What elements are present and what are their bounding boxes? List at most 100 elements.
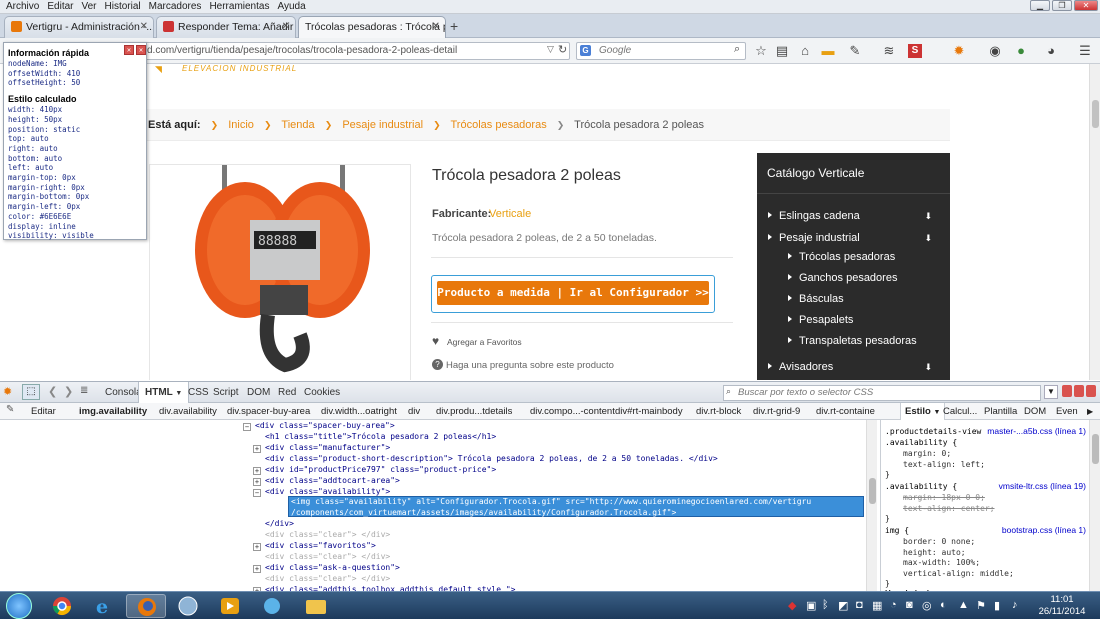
firebug-search-input[interactable]: Buscar por texto o selector CSS [723,385,1041,401]
tab-close-icon[interactable]: ✕ [140,17,148,37]
html-node-line[interactable]: <h1 class="title">Trócola pesadora 2 pol… [265,431,496,442]
css-property[interactable]: text-align: center; [903,503,995,514]
html-node-line[interactable]: + <div class="favoritos"> [253,540,376,551]
side-tab-dom[interactable]: DOM [1024,403,1046,420]
html-breadcrumb-item[interactable]: div.availability [159,403,217,420]
tray-app-icon[interactable]: ◐ [940,599,947,611]
breadcrumb-link-trocolas[interactable]: Trócolas pesadoras [451,119,547,131]
html-breadcrumb-item[interactable]: div.rt-block [696,403,741,420]
html-breadcrumb-item[interactable]: div.rt-containe [816,403,875,420]
html-node-line[interactable]: − <div class="spacer-buy-area"> [243,420,395,431]
html-node-line[interactable]: <div class="clear"> </div> [265,551,390,562]
expand-node-icon[interactable]: + [253,478,261,486]
side-tabs-more-icon[interactable]: ▶ [1087,403,1093,420]
firebug-icon[interactable]: ✹ [950,42,968,60]
firebug-close-icon[interactable] [1086,385,1096,397]
html-node-line[interactable]: + <div class="addtocart-area"> [253,475,400,486]
catalog-item[interactable]: Eslingas cadena ⬇ [757,209,950,223]
media-player-taskbar-icon[interactable] [210,594,250,618]
breadcrumb-link-inicio[interactable]: Inicio [228,119,254,131]
tray-volume-icon[interactable]: ♪ [1012,599,1018,611]
edit-button[interactable]: Editar [31,403,56,420]
layers-icon[interactable]: ≋ [880,42,898,60]
tab-close-icon[interactable]: ✕ [282,17,290,37]
html-breadcrumb-item[interactable]: div#rt-mainbody [615,403,683,420]
close-window-button[interactable]: ✕ [1074,0,1098,11]
tab-script[interactable]: Script [213,382,239,404]
css-source-link[interactable]: master-...a5b.css (línea 1) [987,426,1086,437]
firefox-taskbar-icon[interactable] [126,594,166,618]
expand-arrow-icon[interactable]: ⬇ [924,209,932,223]
collapse-node-icon[interactable]: − [253,489,261,497]
menu-item-6[interactable]: Ayuda [273,0,309,14]
inspect-element-icon[interactable]: ⬚ [22,384,40,400]
url-bar[interactable]: d.com/vertigru/tienda/pesaje/trocolas/tr… [140,42,570,60]
collapse-node-icon[interactable]: − [243,423,251,431]
css-source-link[interactable]: bootstrap.css (línea 1) [1002,525,1086,536]
expand-node-icon[interactable]: + [253,587,261,591]
html-breadcrumb-item[interactable]: div.width...oatright [321,403,397,420]
tray-chevron-icon[interactable]: ▲ [958,599,969,611]
html-breadcrumb-item[interactable]: div.rt-grid-9 [753,403,800,420]
menu-item-0[interactable]: Archivo [2,0,43,14]
heart-icon[interactable]: ♥ [432,334,439,348]
catalog-item[interactable]: Transpaletas pesadoras [757,334,950,348]
css-selector[interactable]: .availability { [885,481,990,492]
tray-bluetooth-icon[interactable]: ᛒ [822,599,829,611]
html-breadcrumb-item[interactable]: div [408,403,420,420]
tab-trocolas-pesadoras[interactable]: Trócolas pesadoras : Trócola p... ✕ [298,16,446,38]
html-breadcrumb-item[interactable]: div.spacer-buy-area [227,403,310,420]
html-node-line[interactable]: <div class="clear"> </div> [265,573,390,584]
manufacturer-link[interactable]: Verticale [489,208,531,220]
css-property[interactable]: vertical-align: middle; [903,568,1014,579]
account-icon[interactable]: ◕ [1042,42,1060,60]
search-prev-button[interactable]: ▼ [1044,385,1058,399]
html-pane-scrollbar[interactable] [866,420,877,591]
expand-node-icon[interactable]: + [253,565,261,573]
tray-antivirus-icon[interactable]: ◆ [788,599,796,612]
tray-flag-icon[interactable]: ⚑ [976,599,986,612]
scrollbar-thumb[interactable] [1092,100,1099,128]
tray-app-icon[interactable]: ◎ [922,599,932,612]
menu-item-2[interactable]: Ver [77,0,100,14]
messenger-taskbar-icon[interactable] [252,594,292,618]
breadcrumb-link-pesaje[interactable]: Pesaje industrial [342,119,423,131]
tray-network-icon[interactable]: ▣ [806,599,816,612]
breadcrumb-link-tienda[interactable]: Tienda [281,119,314,131]
menu-item-5[interactable]: Herramientas [205,0,273,14]
side-tab-plantilla[interactable]: Plantilla [984,403,1017,420]
pocket-icon[interactable]: ▬ [819,42,837,60]
css-property[interactable]: max-width: 100%; [903,557,980,568]
search-input[interactable]: Google [576,42,746,60]
configurator-button[interactable]: Producto a medida | Ir al Configurador >… [437,281,709,305]
bookmarks-list-icon[interactable]: ▤ [773,42,791,60]
favorites-link[interactable]: Agregar a Favoritos [447,337,522,347]
tray-app-icon[interactable]: ▦ [872,599,882,612]
reload-icon[interactable]: ↻ [558,43,567,56]
firebug-minimize-icon[interactable] [1062,385,1072,397]
home-icon[interactable]: ⌂ [796,42,814,60]
tab-vertigru-admin[interactable]: Vertigru - Administración -... ✕ [4,16,154,38]
firebug-detach-icon[interactable] [1074,385,1084,397]
css-property[interactable]: margin: 0; [903,448,951,459]
html-breadcrumb-item[interactable]: div.compo...-content [530,403,615,420]
quickinfo-pin-icon[interactable]: ✕ [124,45,134,55]
eyedropper-icon[interactable]: ✎ [846,42,864,60]
chrome-taskbar-icon[interactable] [42,594,82,618]
explorer-taskbar-icon[interactable] [296,594,336,618]
html-node-line[interactable]: </div> [265,518,294,529]
html-node-line[interactable]: <div class="product-short-description"> … [265,453,718,464]
edit-pencil-icon[interactable]: ✎ [6,404,14,415]
side-tab-estilo[interactable]: Estilo ▼ [900,403,946,421]
tray-signal-icon[interactable]: ▮ [994,599,1000,612]
css-property[interactable]: text-align: left; [903,459,985,470]
tab-dom[interactable]: DOM [247,382,270,404]
console-list-icon[interactable]: ≣ [80,385,88,396]
tab-css[interactable]: CSS [188,382,209,404]
css-property[interactable]: margin: 18px 0 0; [903,492,985,503]
addon-green-icon[interactable]: ● [1012,42,1030,60]
side-tab-calculado[interactable]: Calcul... [943,403,977,420]
catalog-item[interactable]: Trócolas pesadoras [757,250,950,264]
bookmark-star-icon[interactable]: ☆ [752,42,770,60]
html-node-line[interactable]: <div class="clear"> </div> [265,529,390,540]
